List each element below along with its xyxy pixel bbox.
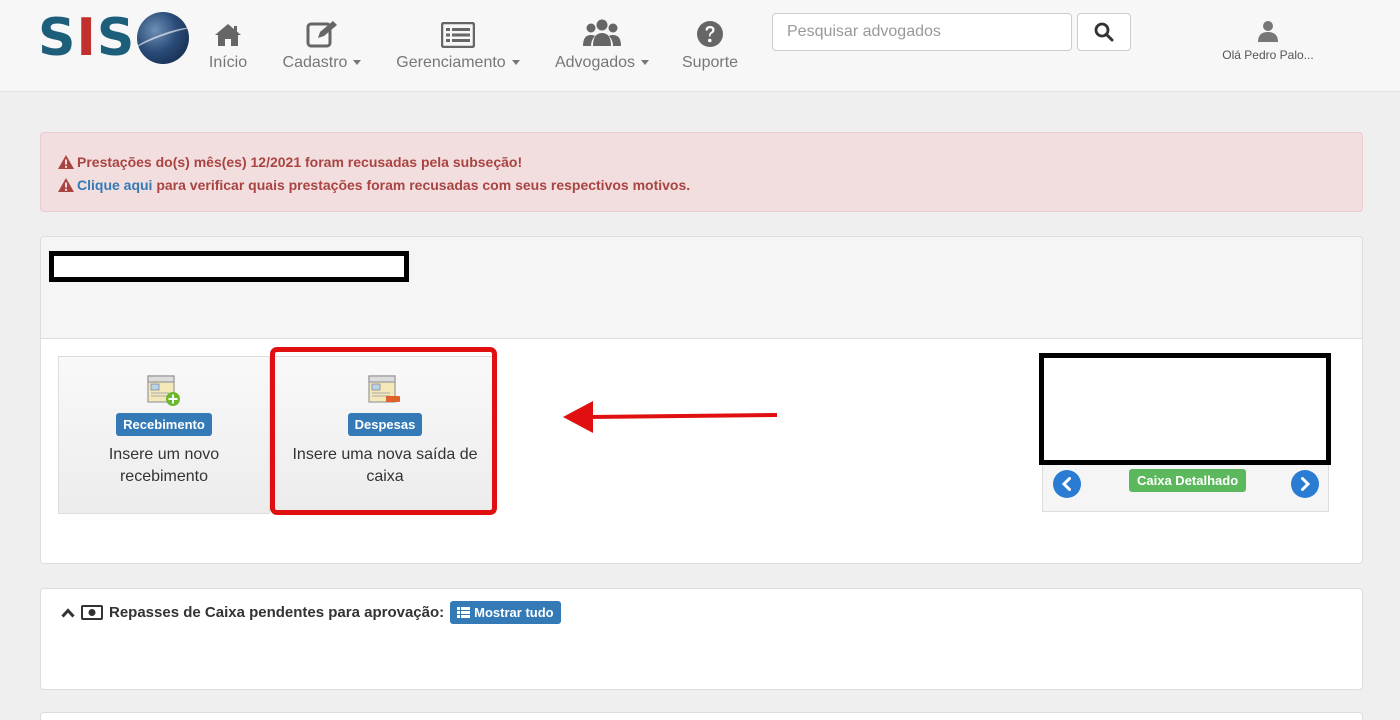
- nav-label: Advogados: [554, 54, 636, 71]
- carousel-prev-button[interactable]: [1053, 470, 1081, 498]
- nav-gerenciamento[interactable]: Gerenciamento: [395, 18, 521, 72]
- repasses-panel: Repasses de Caixa pendentes para aprovaç…: [40, 588, 1363, 690]
- despesas-description: Insere uma nova saída de caixa: [292, 446, 478, 485]
- mostrar-tudo-button[interactable]: Mostrar tudo: [450, 601, 561, 624]
- cash-panel: Recebimento Insere um novo recebimento D…: [40, 236, 1363, 564]
- nav-suporte[interactable]: Suporte: [682, 18, 738, 72]
- user-menu[interactable]: Olá Pedro Palo...: [1200, 20, 1336, 62]
- money-icon: [81, 605, 103, 620]
- recebimento-button[interactable]: Recebimento: [116, 413, 212, 436]
- search-button[interactable]: [1077, 13, 1131, 51]
- clique-aqui-link[interactable]: Clique aqui: [77, 177, 152, 193]
- chevron-down-icon: [353, 60, 362, 66]
- list-icon: [457, 607, 471, 618]
- nav-label: Gerenciamento: [396, 54, 506, 71]
- chevron-down-icon: [641, 60, 650, 66]
- rejection-alert: Prestações do(s) mês(es) 12/2021 foram r…: [40, 132, 1363, 212]
- alert-line-2: Clique aqui para verificar quais prestaç…: [58, 174, 1345, 197]
- user-icon: [1200, 20, 1336, 42]
- chevron-up-icon[interactable]: [61, 607, 75, 618]
- recebimento-tile[interactable]: Recebimento Insere um novo recebimento: [58, 356, 270, 514]
- nav-label: Início: [208, 54, 248, 71]
- alert-line-1: Prestações do(s) mês(es) 12/2021 foram r…: [58, 151, 1345, 174]
- edit-icon: [281, 18, 363, 48]
- remove-document-icon: [368, 373, 402, 407]
- repasses-header: Repasses de Caixa pendentes para aprovaç…: [61, 601, 561, 624]
- despesas-tile[interactable]: Despesas Insere uma nova saída de caixa: [274, 356, 496, 514]
- nav-cadastro[interactable]: Cadastro: [281, 18, 363, 72]
- panel-header: [41, 237, 1362, 339]
- warning-icon: [58, 155, 74, 169]
- nav-label: Cadastro: [282, 54, 348, 71]
- chevron-left-icon: [1061, 477, 1071, 491]
- users-icon: [553, 18, 651, 48]
- repasses-title: Repasses de Caixa pendentes para aprovaç…: [109, 604, 445, 621]
- logo-letter-s: S: [38, 8, 77, 68]
- logo-letter-s2: S: [96, 8, 136, 68]
- alert-text-2: para verificar quais prestações foram re…: [152, 177, 691, 193]
- nav-label: Suporte: [682, 54, 739, 71]
- search-input[interactable]: [772, 13, 1072, 51]
- help-icon: [682, 18, 738, 48]
- globe-icon: [137, 12, 190, 64]
- top-navbar: SIS Início Cadastro Gerenciamento Advoga…: [0, 0, 1400, 92]
- redacted-title: [49, 251, 409, 282]
- nav-inicio[interactable]: Início: [208, 18, 248, 72]
- despesas-button[interactable]: Despesas: [347, 413, 423, 436]
- redacted-content: [1039, 353, 1331, 465]
- nav-advogados[interactable]: Advogados: [553, 18, 651, 72]
- carousel-next-button[interactable]: [1291, 470, 1319, 498]
- home-icon: [208, 18, 248, 48]
- recebimento-description: Insere um novo recebimento: [108, 446, 220, 485]
- chevron-right-icon: [1301, 477, 1311, 491]
- next-panel-edge: [40, 712, 1363, 720]
- mostrar-tudo-label: Mostrar tudo: [474, 605, 554, 620]
- user-greeting: Olá Pedro Palo...: [1222, 48, 1314, 62]
- alert-text-1: Prestações do(s) mês(es) 12/2021 foram r…: [77, 154, 523, 170]
- warning-icon: [58, 178, 74, 192]
- siso-logo[interactable]: SIS: [38, 8, 190, 68]
- chevron-down-icon: [511, 60, 520, 66]
- list-icon: [395, 18, 521, 48]
- cash-carousel: Caixa Detalhado: [1039, 353, 1331, 512]
- caixa-detalhado-button[interactable]: Caixa Detalhado: [1129, 469, 1247, 492]
- search-icon: [1094, 22, 1114, 42]
- logo-letter-i: I: [76, 8, 97, 68]
- annotation-arrow-icon: [563, 401, 778, 433]
- add-document-icon: [147, 373, 181, 407]
